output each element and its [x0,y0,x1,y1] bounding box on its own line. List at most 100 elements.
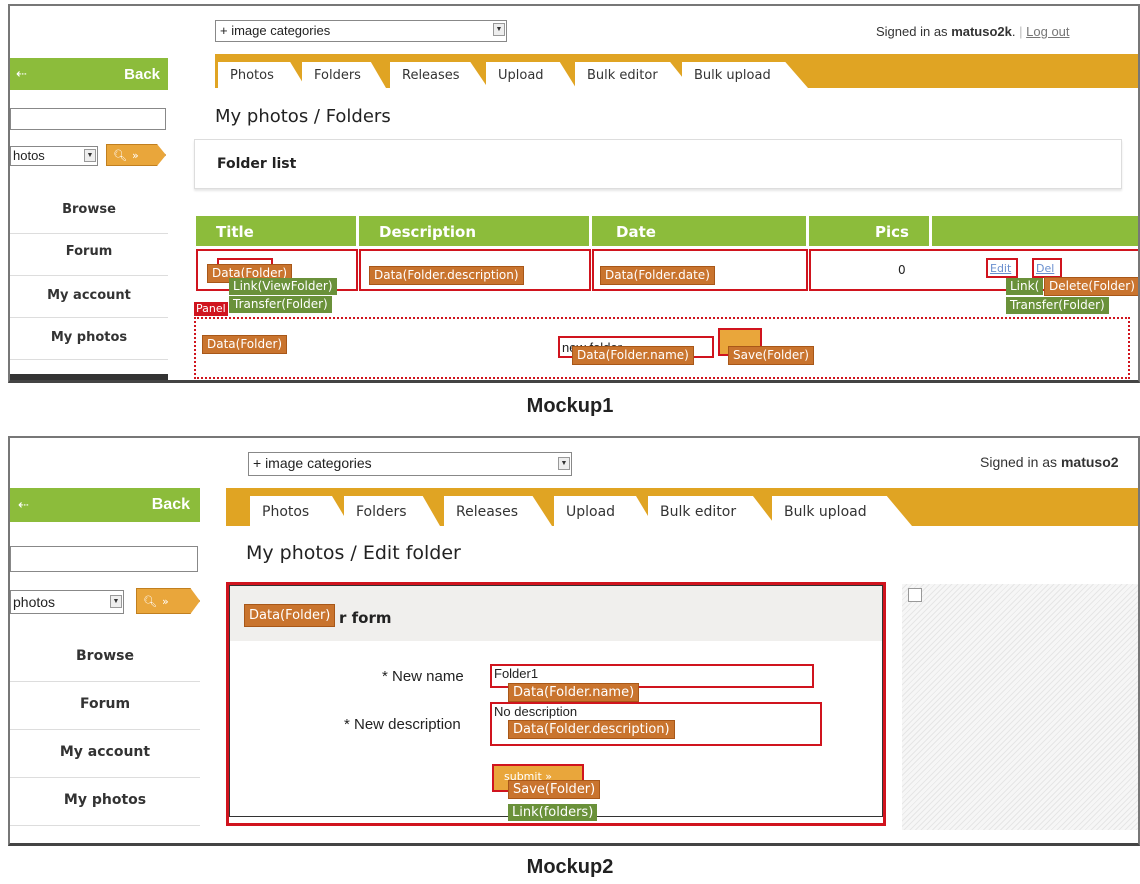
col-header-actions [932,216,1138,246]
tab-label: Upload [498,68,544,83]
col-header-date: Date [592,216,806,246]
username: matuso2k [951,24,1012,39]
new-name-value: Folder1 [494,666,539,681]
chevron-right-icon: » [131,148,139,162]
chevron-right-icon: » [161,594,169,608]
folder-list-title: Folder list [217,156,297,172]
tab-label: Bulk editor [660,504,737,520]
signed-in-prefix: Signed in as [980,454,1058,470]
mockup1-caption: Mockup1 [526,395,614,417]
nav-item-forum[interactable]: Forum [10,234,168,276]
form-title: r form [339,609,392,627]
tab-label: Bulk upload [784,504,867,520]
back-arrow-icon: ⇠ [16,66,27,81]
pics-value: 0 [898,263,906,277]
category-select-value: + image categories [220,23,331,38]
folder-list-box: Folder list [194,139,1122,189]
back-arrow-icon: ⇠ [18,497,29,512]
col-header-pics: Pics [809,216,929,246]
search-button[interactable]: 🔍︎ » [136,588,200,614]
mockup2-frame: ⇠ Back photos ▼ 🔍︎ » Browse Forum My acco… [8,436,1140,846]
search-scope-select[interactable]: hotos ▼ [10,146,98,166]
username: matuso2 [1060,454,1119,470]
tag-data-folder-name: Data(Folder.name) [508,683,640,702]
tag-transfer-folder: Transfer(Folder) [229,296,332,313]
tab-label: Photos [262,504,310,520]
signed-in-text: Signed in as matuso2k. | Log out [876,24,1070,39]
tag-data-folder-description: Data(Folder.description) [508,720,675,739]
tab-label: Folders [356,504,407,520]
tag-save-folder: Save(Folder) [508,780,601,799]
new-name-label: * New name [382,668,464,685]
category-select[interactable]: + image categories ▼ [248,452,572,476]
search-scope-select[interactable]: photos ▼ [10,590,124,614]
signed-in-prefix: Signed in as [876,24,948,39]
col-header-title: Title [196,216,356,246]
mockup2-caption: Mockup2 [526,856,614,878]
new-description-value: No description [494,704,578,719]
nav-label: Browse [62,202,116,217]
tag-form-data-folder: Data(Folder) [244,604,336,627]
tab-label: Releases [456,504,518,520]
tag-link-edit: Link( [1006,278,1044,295]
nav-item-forum[interactable]: Forum [10,682,200,730]
nav-label: My photos [50,330,128,345]
search-button[interactable]: 🔍︎ » [106,144,166,166]
tab-label: Bulk editor [587,68,658,83]
tab-label: Upload [566,504,616,520]
dropdown-arrow-icon: ▼ [493,23,505,36]
nav-label: My account [47,288,131,303]
tag-data-date: Data(Folder.date) [600,266,715,285]
nav-item-my-photos[interactable]: My photos [10,318,168,360]
dropdown-arrow-icon: ▼ [558,457,570,470]
panel-tag: Panel [194,302,228,316]
nav-label: Browse [76,648,134,664]
image-preview-area [902,584,1138,830]
nav-item-my-account[interactable]: My account [10,276,168,318]
logout-link[interactable]: Log out [1026,24,1069,39]
nav-label: My photos [63,792,147,808]
page-title: My photos / Edit folder [246,542,461,564]
search-icon: 🔍︎ [143,594,157,608]
back-label: Back [124,65,160,83]
tag-panel-data-folder: Data(Folder) [202,335,288,354]
nav-item-my-photos[interactable]: My photos [10,778,200,826]
del-link[interactable]: Del [1036,262,1054,275]
tag-data-description: Data(Folder.description) [369,266,524,285]
tag-link-viewfolder: Link(ViewFolder) [229,278,337,295]
nav-item-browse[interactable]: Browse [10,634,200,682]
back-button[interactable]: ⇠ Back [10,488,200,522]
tab-label: Bulk upload [694,68,771,83]
back-label: Back [151,496,190,513]
search-scope-value: photos [13,594,56,610]
search-input[interactable] [10,108,166,130]
tab-label: Photos [230,68,274,83]
signed-in-text: Signed in as matuso2 [980,454,1119,470]
sidebar-bottom-bar [10,374,168,380]
back-button[interactable]: ⇠ Back [10,58,168,90]
category-select-value: + image categories [253,455,372,471]
tag-delete-folder: Delete(Folder) [1044,277,1138,296]
dropdown-arrow-icon: ▼ [84,149,96,162]
tag-data-folder-name: Data(Folder.name) [572,346,694,365]
nav-label: Forum [79,696,131,712]
col-header-description: Description [359,216,589,246]
search-scope-value: hotos [13,148,45,163]
dropdown-arrow-icon: ▼ [110,595,122,608]
tab-label: Releases [402,68,460,83]
edit-link[interactable]: Edit [990,262,1011,275]
category-select[interactable]: + image categories ▼ [215,20,507,42]
mockup1-frame: ⇠ Back hotos ▼ 🔍︎ » Browse Forum My accou… [8,4,1140,383]
search-input[interactable] [10,546,198,572]
new-description-label: * New description [344,716,461,733]
search-icon: 🔍︎ [113,148,127,162]
nav-item-browse[interactable]: Browse [10,192,168,234]
nav-label: My account [59,744,151,760]
tag-link-folders: Link(folders) [508,804,598,821]
nav-item-my-account[interactable]: My account [10,730,200,778]
tag-save-folder: Save(Folder) [728,346,814,365]
tag-transfer-folder-2: Transfer(Folder) [1006,297,1109,314]
nav-label: Forum [65,244,113,259]
page-title: My photos / Folders [215,106,391,127]
tab-label: Folders [314,68,361,83]
